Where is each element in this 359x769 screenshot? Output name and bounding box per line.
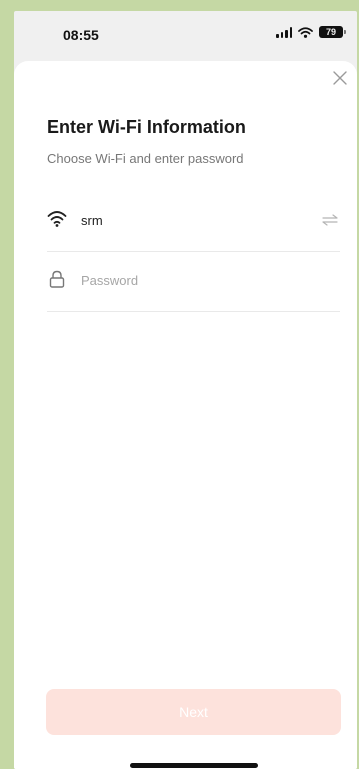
phone-screen: 08:55 79 Enter Wi-Fi Information Choose …: [14, 11, 357, 769]
home-indicator[interactable]: [130, 763, 258, 768]
wifi-icon: [47, 211, 67, 227]
page-title: Enter Wi-Fi Information: [47, 117, 246, 137]
wifi-ssid: srm: [81, 213, 103, 228]
status-bar: 08:55 79: [14, 11, 357, 59]
wifi-network-row[interactable]: srm: [47, 191, 340, 252]
wifi-setup-sheet: Enter Wi-Fi Information Choose Wi-Fi and…: [14, 61, 357, 769]
battery-level: 79: [325, 27, 336, 37]
next-button[interactable]: Next: [46, 689, 341, 735]
status-icons: 79: [276, 26, 346, 38]
page-subtitle: Choose Wi-Fi and enter password: [47, 151, 244, 166]
close-icon[interactable]: [331, 69, 349, 87]
wifi-icon: [298, 26, 313, 38]
status-time: 08:55: [63, 27, 99, 43]
password-input[interactable]: Password: [81, 273, 138, 288]
signal-icon: [276, 26, 292, 38]
password-field[interactable]: Password: [47, 251, 340, 312]
swap-network-icon[interactable]: [322, 213, 338, 227]
battery-icon: 79: [319, 26, 346, 38]
lock-icon: [49, 270, 65, 288]
